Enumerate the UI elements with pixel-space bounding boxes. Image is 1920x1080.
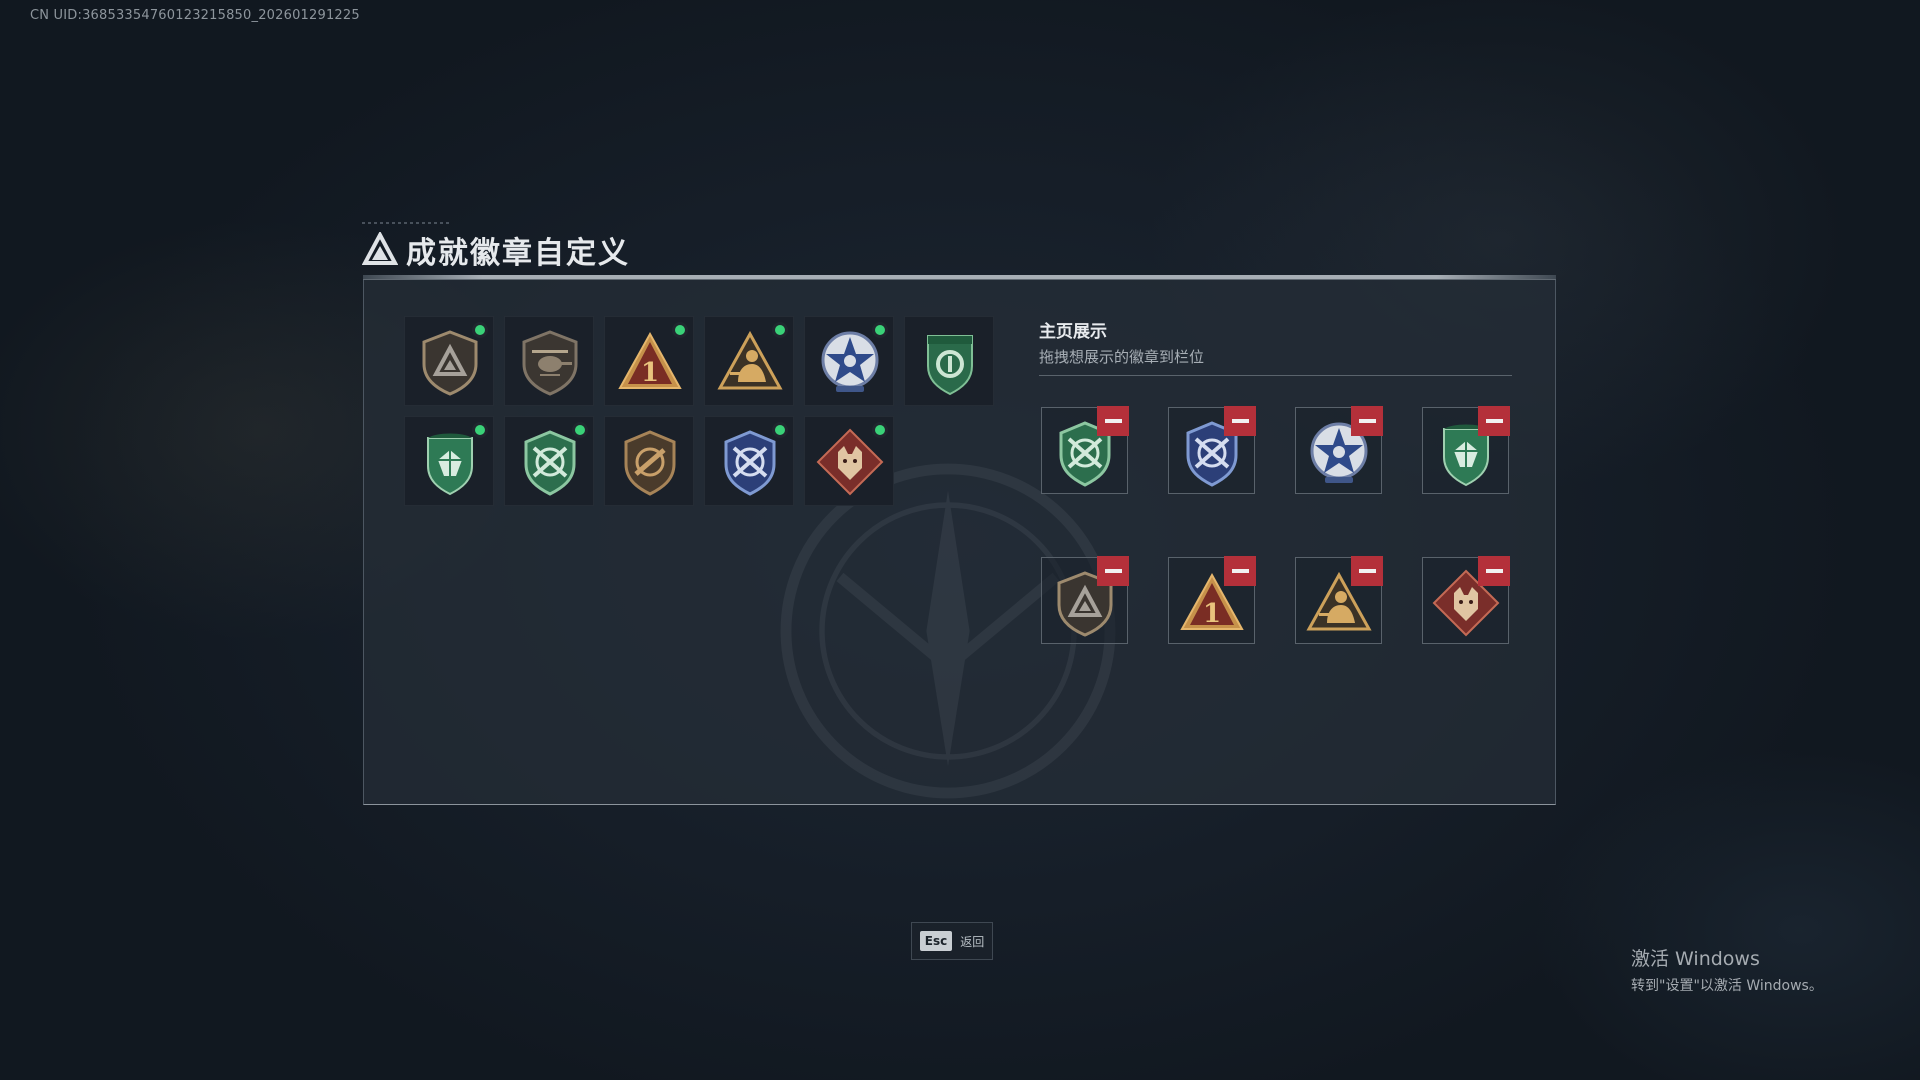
- back-button[interactable]: Esc 返回: [911, 922, 993, 960]
- minus-icon: [1485, 419, 1503, 423]
- display-slot[interactable]: [1422, 556, 1510, 644]
- back-label: 返回: [960, 934, 985, 949]
- remove-badge-button[interactable]: [1224, 556, 1256, 586]
- new-indicator-dot: [472, 322, 488, 338]
- display-slot[interactable]: [1295, 556, 1383, 644]
- badge-slot[interactable]: [604, 416, 694, 506]
- blue-rifles-badge-icon: [724, 430, 776, 496]
- badge-slot[interactable]: 1: [604, 316, 694, 406]
- minus-icon: [1231, 569, 1249, 573]
- display-slot[interactable]: [1041, 556, 1129, 644]
- page-header: 成就徽章自定义: [362, 222, 630, 272]
- activation-subtitle: 转到"设置"以激活 Windows。: [1631, 978, 1823, 994]
- triangle-shield-badge-icon: [422, 330, 478, 396]
- minus-icon: [1231, 419, 1249, 423]
- display-slot[interactable]: 1: [1168, 556, 1256, 644]
- badge-slot[interactable]: [404, 316, 494, 406]
- display-divider: [1039, 375, 1512, 376]
- new-indicator-dot: [772, 322, 788, 338]
- new-indicator-dot: [472, 422, 488, 438]
- activation-title: 激活 Windows: [1631, 948, 1760, 970]
- delta-logo-icon: [362, 232, 398, 265]
- remove-badge-button[interactable]: [1478, 556, 1510, 586]
- display-slot[interactable]: [1041, 406, 1129, 494]
- blue-star-badge-icon: [821, 331, 879, 392]
- badge-slot[interactable]: [904, 316, 994, 406]
- homepage-display-section: 主页展示 拖拽想展示的徽章到栏位: [1039, 317, 1512, 376]
- display-slot[interactable]: [1422, 406, 1510, 494]
- panel-top-bar: [363, 275, 1556, 280]
- badge-panel: 1 主页展示 拖拽想展示的徽章到栏位 1: [363, 275, 1556, 805]
- new-indicator-dot: [872, 322, 888, 338]
- display-title: 主页展示: [1039, 322, 1107, 342]
- svg-text:1: 1: [641, 358, 659, 388]
- minus-icon: [1104, 569, 1122, 573]
- remove-badge-button[interactable]: [1097, 556, 1129, 586]
- esc-key-hint: Esc: [919, 931, 953, 951]
- green-rifles-badge-icon: [524, 430, 576, 496]
- new-indicator-dot: [672, 322, 688, 338]
- badge-grid: 1: [404, 316, 994, 506]
- badge-slot[interactable]: [504, 416, 594, 506]
- remove-badge-button[interactable]: [1351, 406, 1383, 436]
- new-indicator-dot: [872, 422, 888, 438]
- bronze-rifle-badge-icon: [624, 430, 676, 496]
- badge-slot[interactable]: [704, 316, 794, 406]
- display-subtitle: 拖拽想展示的徽章到栏位: [1039, 348, 1205, 366]
- remove-badge-button[interactable]: [1351, 556, 1383, 586]
- header-decoration: [362, 222, 452, 224]
- wolf-diamond-badge-icon: [816, 428, 884, 496]
- green-gem-badge-icon: [427, 433, 473, 496]
- windows-activation-notice: 激活 Windows 转到"设置"以激活 Windows。: [1631, 944, 1823, 995]
- badge-slot[interactable]: [704, 416, 794, 506]
- helicopter-badge-icon: [522, 330, 578, 396]
- number-one-badge-icon: 1: [618, 331, 682, 389]
- page-title: 成就徽章自定义: [406, 236, 630, 271]
- badge-slot[interactable]: [404, 416, 494, 506]
- minus-icon: [1104, 419, 1122, 423]
- minus-icon: [1485, 569, 1503, 573]
- minus-icon: [1358, 569, 1376, 573]
- green-gear-badge-icon: [927, 335, 973, 396]
- new-indicator-dot: [572, 422, 588, 438]
- new-indicator-dot: [772, 422, 788, 438]
- display-slot[interactable]: [1168, 406, 1256, 494]
- remove-badge-button[interactable]: [1097, 406, 1129, 436]
- remove-badge-button[interactable]: [1478, 406, 1510, 436]
- badge-slot[interactable]: [804, 316, 894, 406]
- svg-text:1: 1: [1203, 599, 1221, 629]
- badge-slot[interactable]: [504, 316, 594, 406]
- soldier-triangle-badge-icon: [717, 330, 783, 390]
- minus-icon: [1358, 419, 1376, 423]
- display-slot[interactable]: [1295, 406, 1383, 494]
- badge-slot[interactable]: [804, 416, 894, 506]
- uid-label: CN UID:36853354760123215850_202601291225: [30, 8, 360, 23]
- remove-badge-button[interactable]: [1224, 406, 1256, 436]
